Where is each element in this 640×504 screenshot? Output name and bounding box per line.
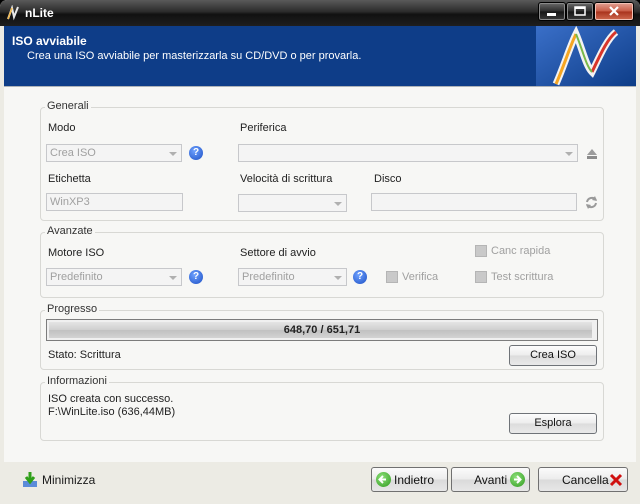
motore-value: Predefinito: [50, 271, 103, 283]
settore-label: Settore di avvio: [240, 247, 316, 259]
etichetta-label: Etichetta: [48, 173, 91, 185]
informazioni-legend: Informazioni: [45, 375, 109, 387]
esplora-button[interactable]: Esplora: [509, 413, 597, 434]
maximize-icon: [574, 6, 586, 16]
modo-value: Crea ISO: [50, 147, 96, 159]
page-title: ISO avviabile: [12, 34, 87, 48]
progress-bar: 648,70 / 651,71: [46, 319, 598, 341]
info-line-1: ISO creata con successo.: [48, 393, 174, 405]
help-icon[interactable]: ?: [189, 146, 203, 160]
page-subtitle: Crea una ISO avviabile per masterizzarla…: [27, 50, 362, 62]
verifica-label: Verifica: [402, 271, 439, 283]
etichetta-field[interactable]: WinXP3: [46, 193, 183, 211]
cancella-button[interactable]: Cancella: [538, 467, 628, 492]
chevron-down-icon: [565, 152, 573, 156]
periferica-combo[interactable]: [238, 144, 578, 162]
crea-iso-button[interactable]: Crea ISO: [509, 345, 597, 366]
informazioni-group: Informazioni ISO creata con successo. F:…: [40, 375, 604, 441]
back-arrow-icon: [376, 472, 391, 487]
generali-legend: Generali: [45, 100, 91, 112]
content-panel: Generali Modo Crea ISO ? Periferica Etic…: [4, 86, 636, 463]
minimize-icon: [547, 13, 556, 16]
test-scrittura-checkbox[interactable]: [475, 271, 487, 283]
avanzate-group: Avanzate Motore ISO Predefinito ? Settor…: [40, 225, 604, 298]
canc-rapida-label: Canc rapida: [491, 245, 551, 257]
generali-group: Generali Modo Crea ISO ? Periferica Etic…: [40, 100, 604, 221]
avanzate-legend: Avanzate: [45, 225, 95, 237]
avanti-label: Avanti: [474, 473, 508, 487]
cancel-x-icon: [609, 473, 623, 487]
forward-arrow-icon: [510, 472, 525, 487]
cancella-label: Cancella: [562, 473, 609, 487]
chevron-down-icon: [334, 202, 342, 206]
chevron-down-icon: [169, 276, 177, 280]
minimize-button[interactable]: [538, 2, 566, 21]
nlite-window: nLite ISO avviabile Crea una ISO avviabi…: [0, 0, 640, 504]
disco-label: Disco: [374, 173, 402, 185]
verifica-checkbox[interactable]: [386, 271, 398, 283]
help-icon[interactable]: ?: [353, 270, 367, 284]
progresso-legend: Progresso: [45, 303, 100, 315]
window-title: nLite: [25, 6, 54, 20]
close-button[interactable]: [594, 2, 634, 21]
title-bar[interactable]: nLite: [0, 0, 640, 26]
disco-field[interactable]: [371, 193, 577, 211]
modo-label: Modo: [48, 122, 76, 134]
help-icon[interactable]: ?: [189, 270, 203, 284]
status-text: Stato: Scrittura: [48, 349, 121, 361]
info-line-2: F:\WinLite.iso (636,44MB): [48, 406, 176, 418]
indietro-button[interactable]: Indietro: [371, 467, 448, 492]
page-header: ISO avviabile Crea una ISO avviabile per…: [4, 26, 636, 86]
avanti-button[interactable]: Avanti: [451, 467, 530, 492]
test-scrittura-label: Test scrittura: [491, 271, 554, 283]
velocita-label: Velocità di scrittura: [240, 173, 333, 185]
settore-combo[interactable]: Predefinito: [238, 268, 347, 286]
periferica-label: Periferica: [240, 122, 287, 134]
indietro-label: Indietro: [394, 473, 435, 487]
minimize-arrow-icon: [23, 472, 37, 487]
maximize-button[interactable]: [566, 2, 594, 21]
eject-drive-icon[interactable]: [584, 145, 600, 161]
etichetta-value: WinXP3: [50, 196, 90, 208]
modo-combo[interactable]: Crea ISO: [46, 144, 182, 162]
settore-value: Predefinito: [242, 271, 295, 283]
chevron-down-icon: [334, 276, 342, 280]
progress-text: 648,70 / 651,71: [283, 324, 361, 336]
minimizza-link[interactable]: Minimizza: [22, 471, 102, 489]
nlite-brand-logo-icon: [536, 26, 636, 86]
motore-combo[interactable]: Predefinito: [46, 268, 182, 286]
chevron-down-icon: [169, 152, 177, 156]
refresh-icon[interactable]: [583, 194, 600, 211]
canc-rapida-checkbox[interactable]: [475, 245, 487, 257]
motore-label: Motore ISO: [48, 247, 105, 259]
nlite-logo-icon: [7, 5, 19, 21]
minimizza-label: Minimizza: [42, 473, 96, 487]
close-icon: [609, 6, 619, 16]
progresso-group: Progresso 648,70 / 651,71 Stato: Scrittu…: [40, 303, 604, 370]
velocita-combo[interactable]: [238, 194, 347, 212]
